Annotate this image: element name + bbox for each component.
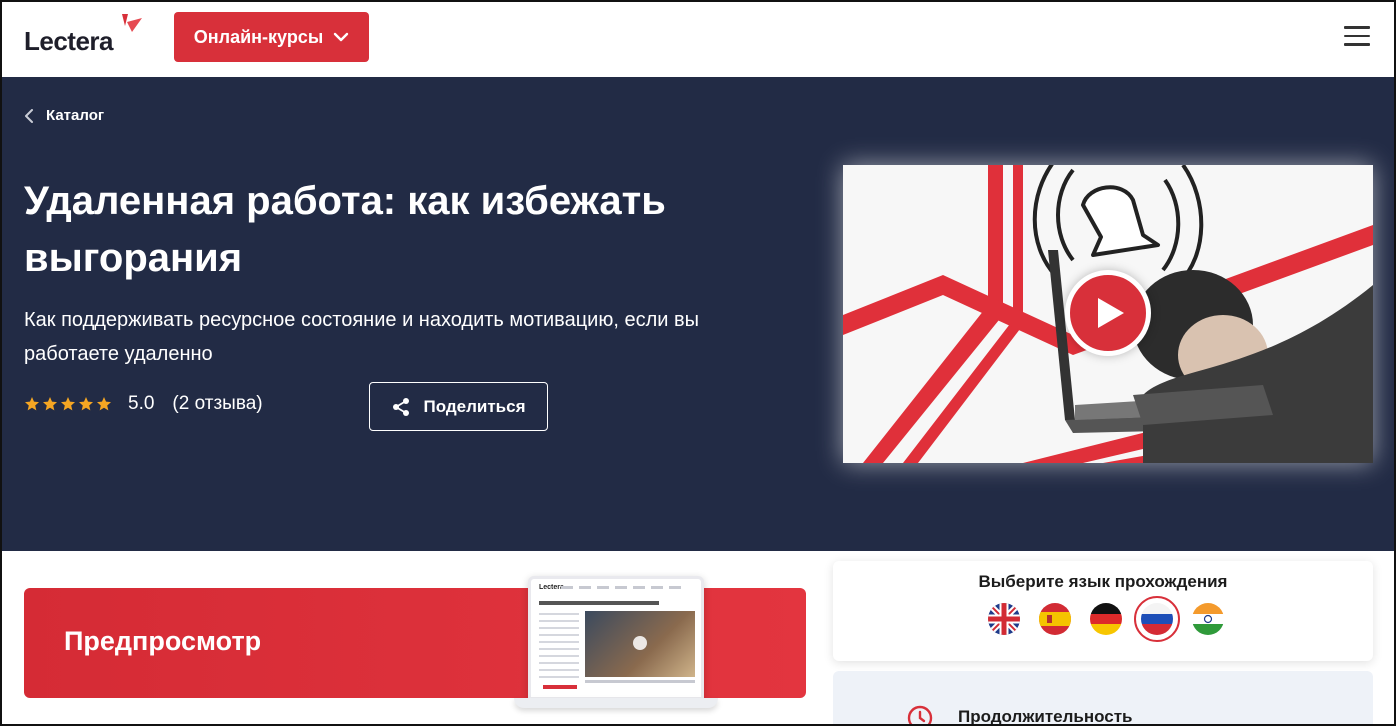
course-subtitle: Как поддерживать ресурсное состояние и н… xyxy=(24,309,699,365)
germany-flag-icon xyxy=(1090,603,1122,635)
preview-label: Предпросмотр xyxy=(64,626,262,656)
lectera-logo[interactable]: Lectera xyxy=(24,14,142,56)
course-hero: Каталог Удаленная работа: как избежать в… xyxy=(0,77,1396,551)
star-icon xyxy=(97,397,111,411)
breadcrumb-label: Каталог xyxy=(46,107,105,124)
language-options xyxy=(988,596,1224,642)
rating-stars xyxy=(24,396,112,412)
logo-text: Lectera xyxy=(24,26,114,56)
online-courses-button[interactable]: Онлайн-курсы xyxy=(174,12,369,62)
spain-flag-icon xyxy=(1039,603,1071,635)
site-header: Lectera Онлайн-курсы xyxy=(0,0,1396,77)
page-title: Удаленная работа: как избежать выгорания xyxy=(24,179,666,280)
russia-flag-icon xyxy=(1141,603,1173,635)
star-icon xyxy=(25,397,39,411)
share-icon xyxy=(393,397,410,416)
star-icon xyxy=(61,397,75,411)
preview-laptop-image: Lectera xyxy=(514,576,718,710)
indian-flag[interactable] xyxy=(1192,603,1224,635)
russian-flag[interactable] xyxy=(1134,596,1180,642)
star-icon xyxy=(79,397,93,411)
language-selector-title: Выберите язык прохождения xyxy=(978,572,1228,591)
german-flag[interactable] xyxy=(1090,603,1122,635)
share-label: Поделиться xyxy=(423,396,526,416)
course-video-preview[interactable] xyxy=(843,165,1373,463)
online-courses-label: Онлайн-курсы xyxy=(193,26,324,47)
duration-label: Продолжительность xyxy=(958,707,1133,726)
star-icon xyxy=(43,397,57,411)
clock-icon xyxy=(907,705,933,726)
play-icon xyxy=(1097,298,1124,328)
uk-flag-icon xyxy=(988,603,1020,635)
play-button[interactable] xyxy=(1065,270,1151,356)
chevron-down-icon xyxy=(334,32,349,42)
india-flag-icon xyxy=(1192,603,1224,635)
english-flag[interactable] xyxy=(988,603,1020,635)
course-details-card: Продолжительность xyxy=(833,671,1373,726)
spanish-flag[interactable] xyxy=(1039,603,1071,635)
review-count[interactable]: (2 отзыва) xyxy=(172,393,262,415)
course-rating: 5.0 (2 отзыва) xyxy=(24,393,263,415)
logo-mark-icon xyxy=(122,14,142,32)
chevron-left-icon xyxy=(25,108,33,123)
breadcrumb-catalog[interactable]: Каталог xyxy=(24,107,104,124)
language-selector: Выберите язык прохождения xyxy=(833,561,1373,661)
hamburger-menu-icon[interactable] xyxy=(1344,26,1370,48)
share-button[interactable]: Поделиться xyxy=(369,382,548,431)
rating-value: 5.0 xyxy=(128,393,155,414)
